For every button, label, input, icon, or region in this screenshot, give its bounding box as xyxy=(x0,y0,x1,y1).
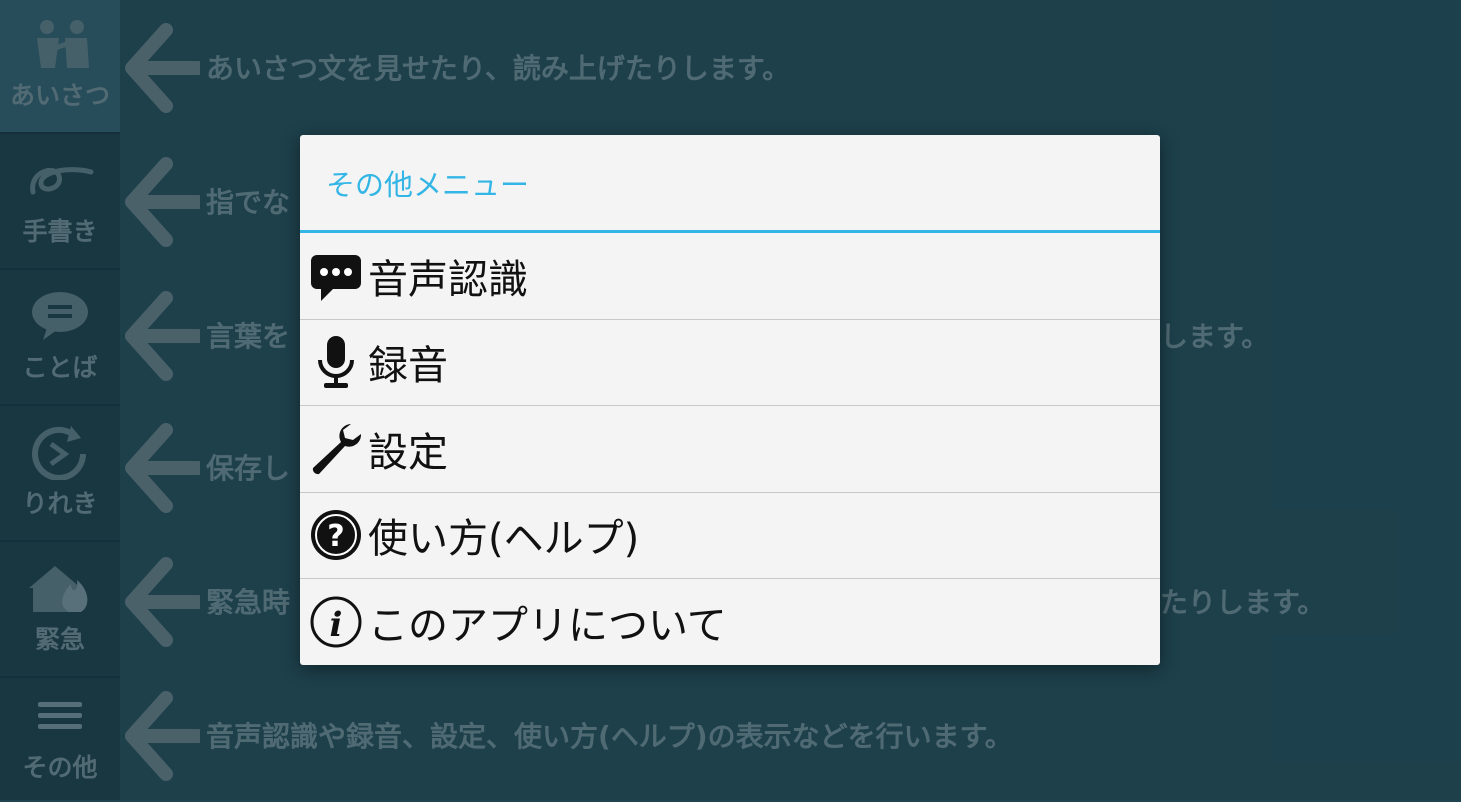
menu-item-label: 録音 xyxy=(368,343,448,390)
help-question-icon: ? xyxy=(308,507,364,563)
menu-item-label: このアプリについて xyxy=(368,603,727,650)
menu-item-label: 使い方(ヘルプ) xyxy=(368,516,640,563)
menu-item-help[interactable]: ? 使い方(ヘルプ) xyxy=(300,493,1160,579)
microphone-icon xyxy=(308,334,364,390)
info-icon: i xyxy=(308,594,364,650)
svg-text:i: i xyxy=(330,605,343,645)
other-menu-dialog: その他メニュー 音声認識 録音 設定 ? 使い方(ヘルプ) i このアプリについ… xyxy=(300,135,1160,665)
dialog-title: その他メニュー xyxy=(300,135,1160,233)
app-root: あいさつ 手書き ことば りれき 緊急 その他 あいさつ文を見せたり、読み上げた… xyxy=(0,0,1461,800)
speech-bubble-dots-icon xyxy=(308,248,364,304)
wrench-icon xyxy=(308,421,364,477)
menu-item-voice-recognition[interactable]: 音声認識 xyxy=(300,233,1160,320)
menu-item-label: 音声認識 xyxy=(368,256,528,303)
menu-item-label: 設定 xyxy=(368,429,448,476)
svg-text:?: ? xyxy=(327,519,344,554)
menu-item-settings[interactable]: 設定 xyxy=(300,406,1160,493)
menu-item-recording[interactable]: 録音 xyxy=(300,320,1160,406)
menu-item-about[interactable]: i このアプリについて xyxy=(300,579,1160,665)
